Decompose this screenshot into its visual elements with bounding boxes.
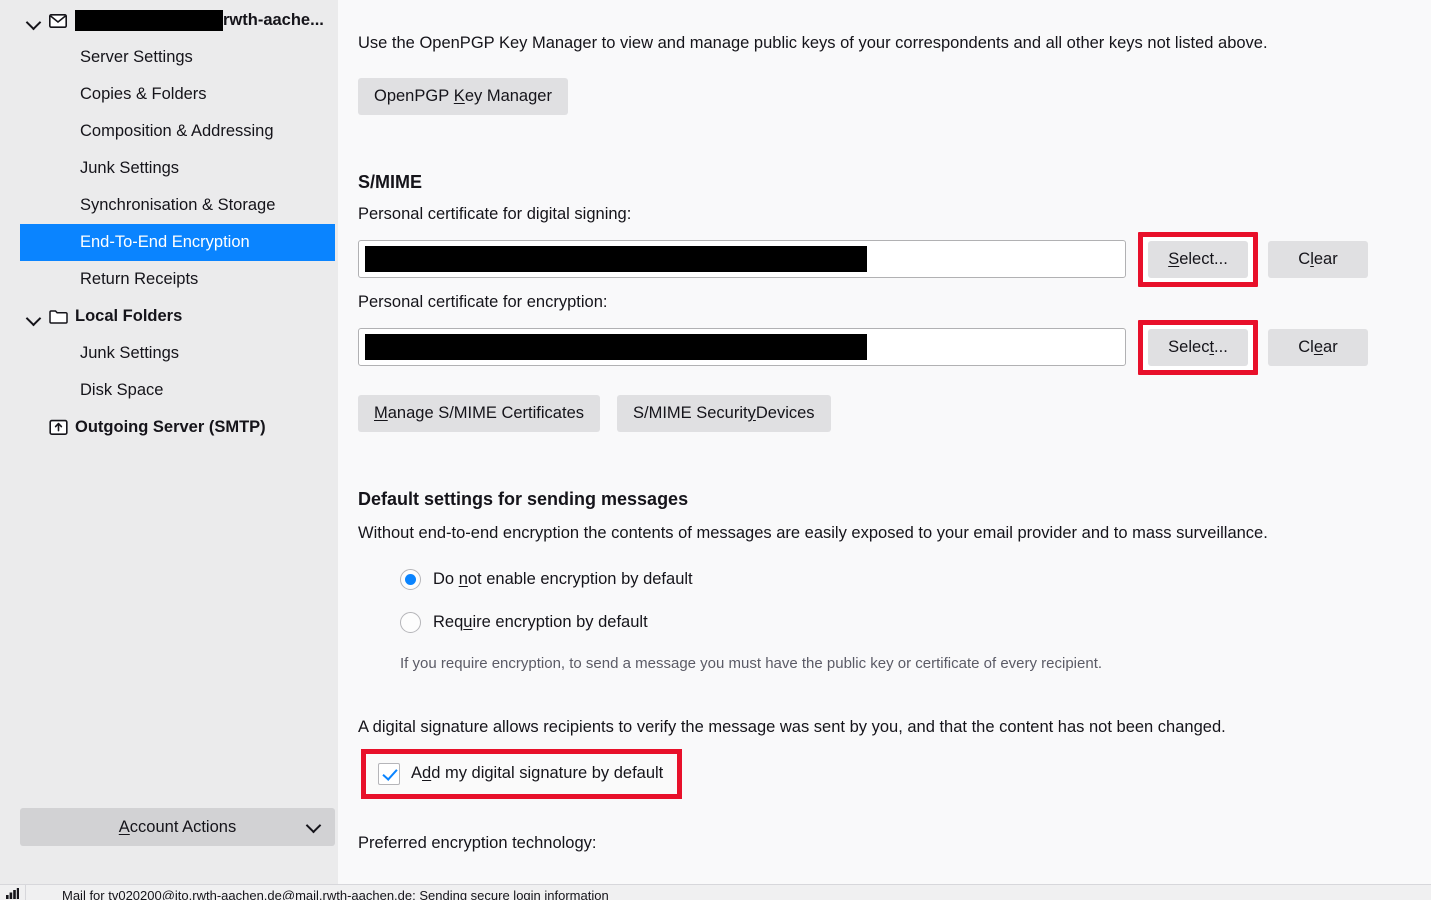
preferred-encryption-technology-label: Preferred encryption technology: (358, 833, 597, 852)
signature-checkbox-row: Add my digital signature by default (361, 748, 1378, 799)
sidebar-item-composition-addressing[interactable]: Composition & Addressing (0, 113, 338, 150)
sidebar-item-label: Synchronisation & Storage (80, 196, 276, 214)
account-actions-button[interactable]: Account Actions (20, 808, 335, 846)
radio-do-not-enable-encryption[interactable]: Do not enable encryption by default (400, 564, 1378, 596)
smime-buttons-row: Manage S/MIME Certificates S/MIME Securi… (358, 394, 1378, 432)
require-encryption-hint: If you require encryption, to send a mes… (400, 654, 1103, 672)
chevron-down-icon[interactable] (26, 309, 42, 325)
smime-encryption-row: Selec t... Cl e ar (358, 319, 1378, 375)
default-settings-heading: Default settings for sending messages (358, 488, 689, 509)
status-bar-text: Mail for tv020200@ito.rwth-aachen.de@mai… (62, 888, 609, 900)
sidebar-item-server-settings[interactable]: Server Settings (0, 39, 338, 76)
chevron-down-icon (305, 817, 322, 834)
manage-smime-accesskey: M (374, 403, 388, 422)
smime-encryption-select-button[interactable]: Selec t... (1148, 328, 1248, 366)
pane-content: Use the OpenPGP Key Manager to view and … (358, 30, 1378, 853)
manage-smime-certificates-button[interactable]: Manage S/MIME Certificates (358, 394, 600, 432)
accounts-sidebar: rwth-aache... Server Settings Copies & F… (0, 0, 338, 884)
sidebar-item-junk-settings[interactable]: Junk Settings (0, 150, 338, 187)
sidebar-group-local-folders[interactable]: Local Folders (0, 298, 338, 335)
radio-indicator[interactable] (400, 569, 421, 591)
window-body: rwth-aache... Server Settings Copies & F… (0, 0, 1431, 884)
account-actions-label-rest: ccount Actions (129, 817, 237, 836)
smime-signing-select-button[interactable]: Select... (1148, 240, 1248, 278)
sidebar-account-label: rwth-aache... (223, 11, 324, 29)
radio-label: Do not enable encryption by default (433, 570, 693, 589)
envelope-icon (48, 11, 68, 31)
radio-accesskey: n (458, 570, 468, 589)
account-actions-container: Account Actions (20, 808, 335, 846)
signature-accesskey: d (422, 764, 432, 783)
smime-signing-clear-button[interactable]: Cl ear (1268, 240, 1368, 278)
chevron-down-icon[interactable] (26, 13, 42, 29)
sidebar-item-label: Copies & Folders (80, 85, 207, 103)
sidebar-item-label: Composition & Addressing (80, 122, 274, 140)
add-digital-signature-checkbox[interactable] (378, 762, 400, 785)
add-digital-signature-label: Add my digital signature by default (411, 764, 664, 783)
activity-indicator-icon[interactable] (0, 885, 26, 900)
sidebar-item-label: Return Receipts (80, 270, 199, 288)
smime-signing-select-accesskey: S (1168, 249, 1180, 268)
smime-signing-certificate-field[interactable] (358, 240, 1126, 279)
smime-signing-label: Personal certificate for digital signing… (358, 204, 632, 223)
smime-encryption-label: Personal certificate for encryption: (358, 292, 608, 311)
smime-encryption-certificate-redaction (365, 334, 867, 361)
smime-security-devices-button[interactable]: S/MIME Securit y Devices (617, 394, 831, 432)
accounts-tree: rwth-aache... Server Settings Copies & F… (0, 0, 338, 446)
sidebar-item-label: Junk Settings (80, 344, 180, 362)
smime-signing-row: Select... Cl ear (358, 231, 1378, 287)
sidebar-item-end-to-end-encryption[interactable]: End-To-End Encryption (20, 224, 335, 261)
smime-signing-select-highlight: Select... (1138, 231, 1258, 287)
radio-label: Require encryption by default (433, 613, 648, 632)
smime-encryption-clear-accesskey: e (1313, 337, 1324, 356)
openpgp-key-manager-accesskey: K (453, 86, 465, 105)
preferences-window: rwth-aache... Server Settings Copies & F… (0, 0, 1431, 900)
sidebar-item-label: Server Settings (80, 48, 193, 66)
sidebar-item-label: Junk Settings (80, 159, 180, 177)
status-bar: Mail for tv020200@ito.rwth-aachen.de@mai… (0, 884, 1431, 900)
sidebar-item-label: Disk Space (80, 381, 164, 399)
smime-encryption-select-highlight: Selec t... (1138, 319, 1258, 375)
smime-signing-clear-wrap: Cl ear (1268, 240, 1368, 278)
smime-signing-clear-accesskey: l (1310, 249, 1314, 268)
sidebar-item-label: End-To-End Encryption (80, 233, 250, 251)
radio-accesskey: u (463, 613, 473, 632)
sidebar-item-local-junk-settings[interactable]: Junk Settings (0, 335, 338, 372)
sidebar-item-disk-space[interactable]: Disk Space (0, 372, 338, 409)
digital-signature-description: A digital signature allows recipients to… (358, 717, 1226, 736)
sidebar-account-root[interactable]: rwth-aache... (0, 2, 338, 39)
smime-encryption-clear-wrap: Cl e ar (1268, 328, 1368, 366)
smime-heading: S/MIME (358, 171, 423, 192)
account-actions-accesskey: A (118, 817, 130, 836)
radio-indicator[interactable] (400, 612, 421, 634)
end-to-end-encryption-pane: Use the OpenPGP Key Manager to view and … (338, 0, 1431, 884)
sidebar-group-label: Local Folders (75, 307, 183, 325)
smime-devices-accesskey: y (747, 403, 756, 422)
sidebar-item-copies-folders[interactable]: Copies & Folders (0, 76, 338, 113)
outgoing-server-icon (48, 418, 68, 438)
openpgp-key-manager-description: Use the OpenPGP Key Manager to view and … (358, 34, 1268, 52)
sidebar-item-synchronisation-storage[interactable]: Synchronisation & Storage (0, 187, 338, 224)
openpgp-key-manager-button[interactable]: OpenPGP Key Manager (358, 77, 568, 115)
openpgp-button-row: OpenPGP Key Manager (358, 77, 1378, 115)
default-settings-description: Without end-to-end encryption the conten… (358, 523, 1268, 542)
sidebar-item-return-receipts[interactable]: Return Receipts (0, 261, 338, 298)
folder-icon (48, 307, 68, 327)
smime-encryption-select-accesskey: t (1209, 337, 1215, 356)
smime-encryption-certificate-field[interactable] (358, 328, 1126, 367)
sidebar-item-outgoing-server[interactable]: Outgoing Server (SMTP) (0, 409, 338, 446)
smime-encryption-clear-button[interactable]: Cl e ar (1268, 328, 1368, 366)
account-name-redaction (75, 10, 223, 31)
sidebar-item-label: Outgoing Server (SMTP) (75, 418, 266, 436)
smime-signing-certificate-redaction (365, 246, 867, 273)
signature-checkbox-highlight: Add my digital signature by default (361, 748, 683, 799)
radio-require-encryption[interactable]: Require encryption by default (400, 607, 1378, 639)
